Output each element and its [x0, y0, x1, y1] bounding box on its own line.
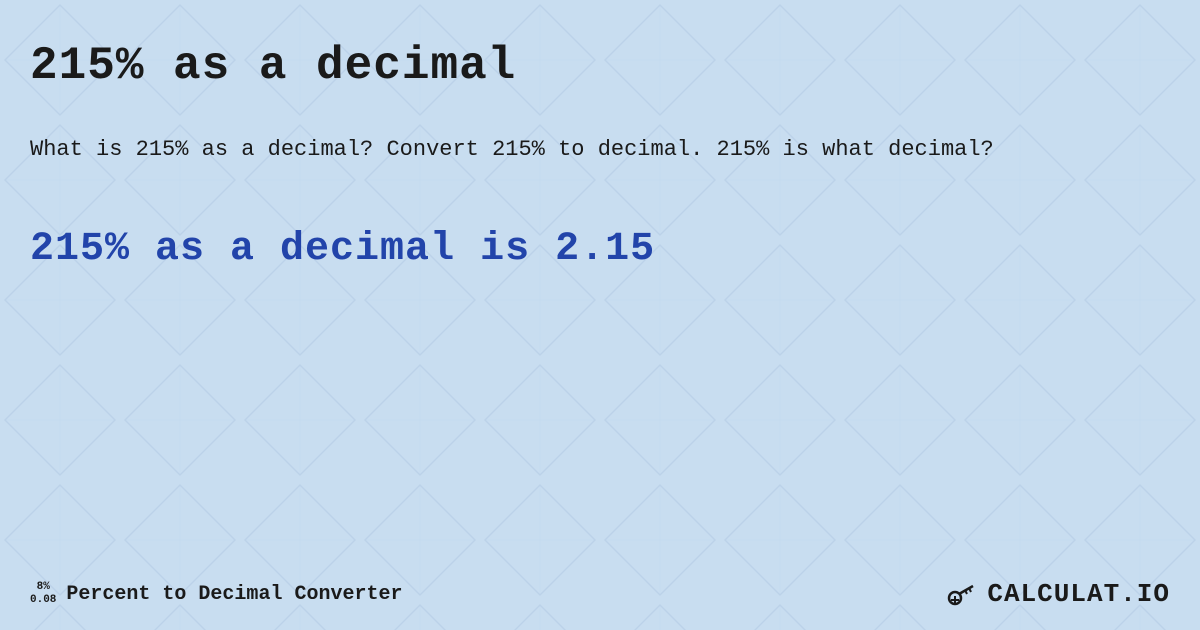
footer-left: 8% 0.08 Percent to Decimal Converter — [30, 581, 402, 607]
main-title: 215% as a decimal — [30, 40, 1170, 92]
description-text: What is 215% as a decimal? Convert 215% … — [30, 132, 1170, 167]
footer: 8% 0.08 Percent to Decimal Converter CAL… — [30, 576, 1170, 612]
calculator-icon — [945, 576, 981, 612]
percent-top: 8% — [37, 581, 50, 594]
percent-bottom: 0.08 — [30, 594, 56, 607]
percent-icon: 8% 0.08 — [30, 581, 56, 607]
logo-text: CALCULAT.IO — [987, 579, 1170, 609]
footer-label: Percent to Decimal Converter — [66, 583, 402, 606]
footer-logo: CALCULAT.IO — [945, 576, 1170, 612]
result-text: 215% as a decimal is 2.15 — [30, 227, 1170, 272]
